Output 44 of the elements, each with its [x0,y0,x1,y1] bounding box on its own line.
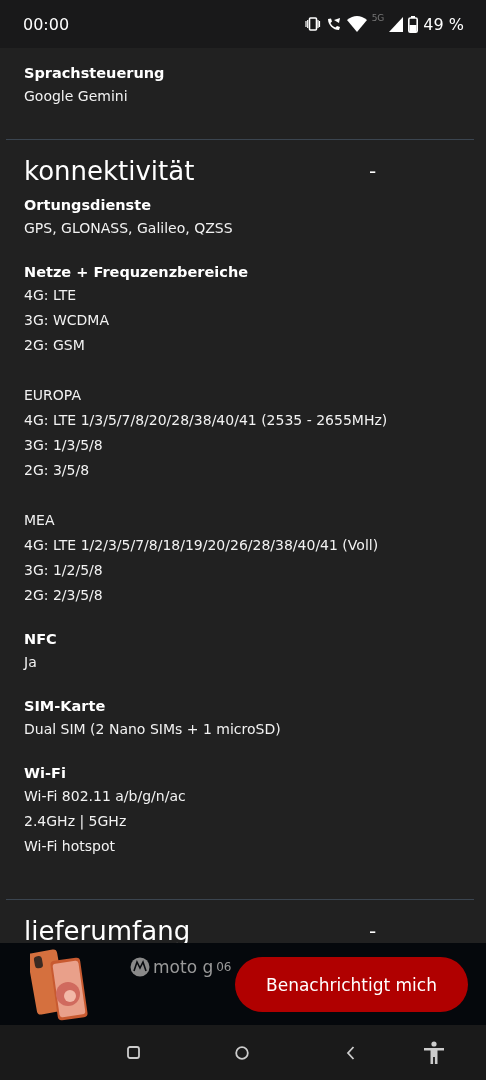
spec-value: Ja [24,653,38,672]
spec-value: 2G: 3/5/8 [24,461,91,480]
spec-value: Wi-Fi hotspot [24,837,116,856]
spec-value: 4G: LTE 1/2/3/5/7/8/18/19/20/26/28/38/40/41 (Voll) [24,536,380,555]
spec-value: 4G: LTE 1/3/5/7/8/20/28/38/40/41 (2535 - 2655MHz) [24,411,389,430]
spec-value: 3G: 1/2/5/8 [24,561,104,580]
spec-value: 4G: LTE [24,286,78,305]
collapse-toggle[interactable]: - [369,159,377,183]
spec-value: 3G: WCDMA [24,311,110,330]
accessibility-icon[interactable] [423,1041,445,1065]
wifi-icon [346,16,367,32]
recents-icon[interactable] [127,1046,140,1059]
signal-icon [389,16,404,32]
model-number: 06 [216,960,232,974]
notify-button[interactable]: Benachrichtigt mich [235,957,468,1012]
brand-logo-icon [130,957,150,977]
spec-value: 2G: 2/3/5/8 [24,586,104,605]
spec-value: 3G: 1/3/5/8 [24,436,104,455]
spec-value: EUROPA [24,386,82,405]
spec-value: 2G: GSM [24,336,86,355]
section-title: konnektivität [24,156,196,186]
spec-label: SIM-Karte [24,697,107,716]
spec-value: 2.4GHz | 5GHz [24,812,128,832]
wifi-call-icon [325,16,342,32]
spec-label: Netze + Frequzenzbereiche [24,263,250,282]
back-icon[interactable] [346,1046,355,1060]
battery-icon [408,15,419,33]
section-title: lieferumfang [24,916,192,946]
spec-label: NFC [24,630,58,649]
spec-value: Google Gemini [24,87,129,106]
home-icon[interactable] [235,1046,249,1060]
spec-value: Wi-Fi 802.11 a/b/g/n/ac [24,787,187,806]
spec-label: Wi-Fi [24,764,67,783]
status-time: 00:00 [23,14,70,34]
spec-value: MEA [24,511,56,530]
vibrate-icon [304,17,321,31]
spec-label: Ortungsdienste [24,196,152,215]
spec-label: Sprachsteuerung [24,64,166,83]
battery-percent: 49 % [423,14,464,34]
spec-value: GPS, GLONASS, Galileo, QZSS [24,219,234,238]
network-type: 5G [371,12,385,23]
spec-value: Dual SIM (2 Nano SIMs + 1 microSD) [24,720,282,739]
brand-name: moto g [153,957,214,977]
collapse-toggle[interactable]: - [369,919,377,943]
